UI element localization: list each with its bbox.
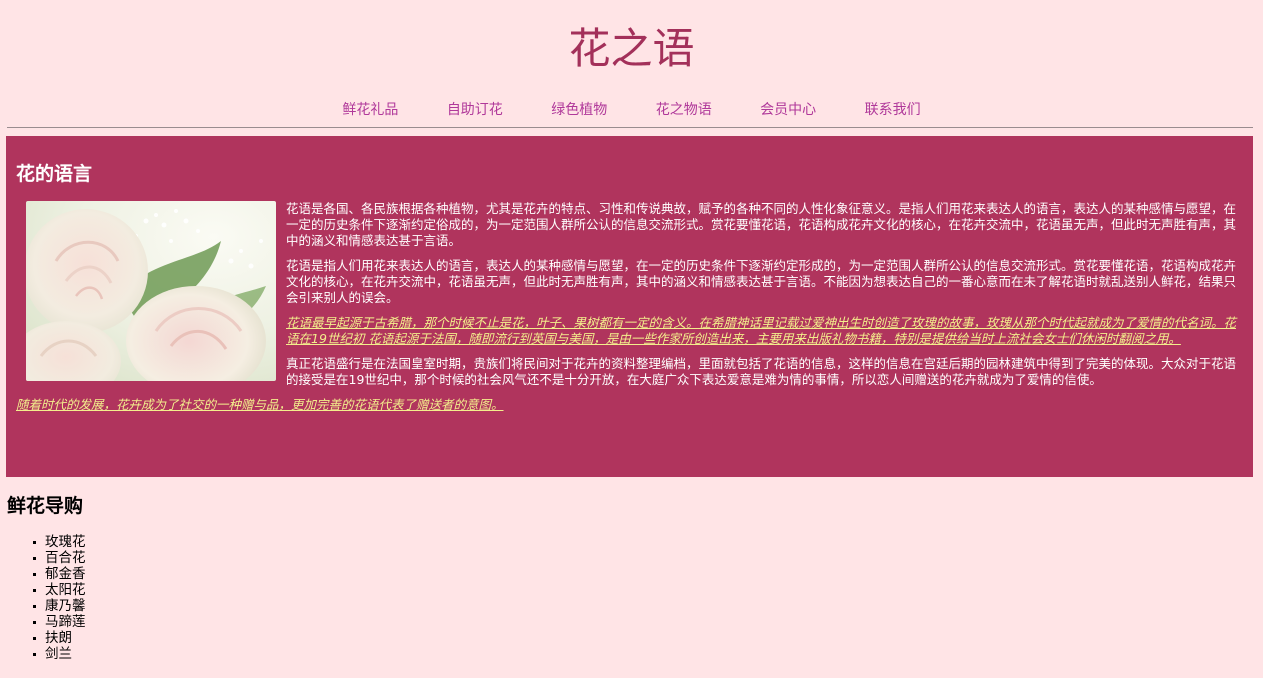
guide-heading: 鲜花导购 [7, 495, 84, 517]
list-item: 马蹄莲 [33, 614, 86, 630]
list-item: 百合花 [33, 550, 86, 566]
header-divider [7, 127, 1253, 128]
list-item: 玫瑰花 [33, 534, 86, 550]
nav-item-contact-us[interactable]: 联系我们 [865, 101, 921, 119]
nav-item-green-plants[interactable]: 绿色植物 [551, 101, 607, 119]
list-item: 太阳花 [33, 582, 86, 598]
nav-item-flower-gifts[interactable]: 鲜花礼品 [342, 101, 398, 119]
page: 花之语 鲜花礼品 自助订花 绿色植物 花之物语 会员中心 联系我们 花的语言 花… [0, 0, 1263, 678]
main-nav: 鲜花礼品 自助订花 绿色植物 花之物语 会员中心 联系我们 [0, 101, 1263, 119]
nav-item-self-order[interactable]: 自助订花 [447, 101, 503, 119]
list-item: 康乃馨 [33, 598, 86, 614]
nav-item-flower-stories[interactable]: 花之物语 [656, 101, 712, 119]
flower-language-section: 花的语言 花语是各国、各民族根据各种植物，尤其是花卉的特点、习性和传说典故，赋予… [6, 136, 1253, 477]
rose-photo [26, 201, 276, 381]
list-item: 扶朗 [33, 630, 86, 646]
list-item: 郁金香 [33, 566, 86, 582]
flower-guide-list: 玫瑰花 百合花 郁金香 太阳花 康乃馨 马蹄莲 扶朗 剑兰 [33, 534, 86, 662]
nav-item-member-center[interactable]: 会员中心 [760, 101, 816, 119]
section-heading: 花的语言 [16, 163, 93, 185]
site-title: 花之语 [568, 24, 695, 73]
highlighted-paragraph: 随着时代的发展，花卉成为了社交的一种赠与品，更加完善的花语代表了赠送者的意图。 [16, 397, 504, 412]
list-item: 剑兰 [33, 646, 86, 662]
